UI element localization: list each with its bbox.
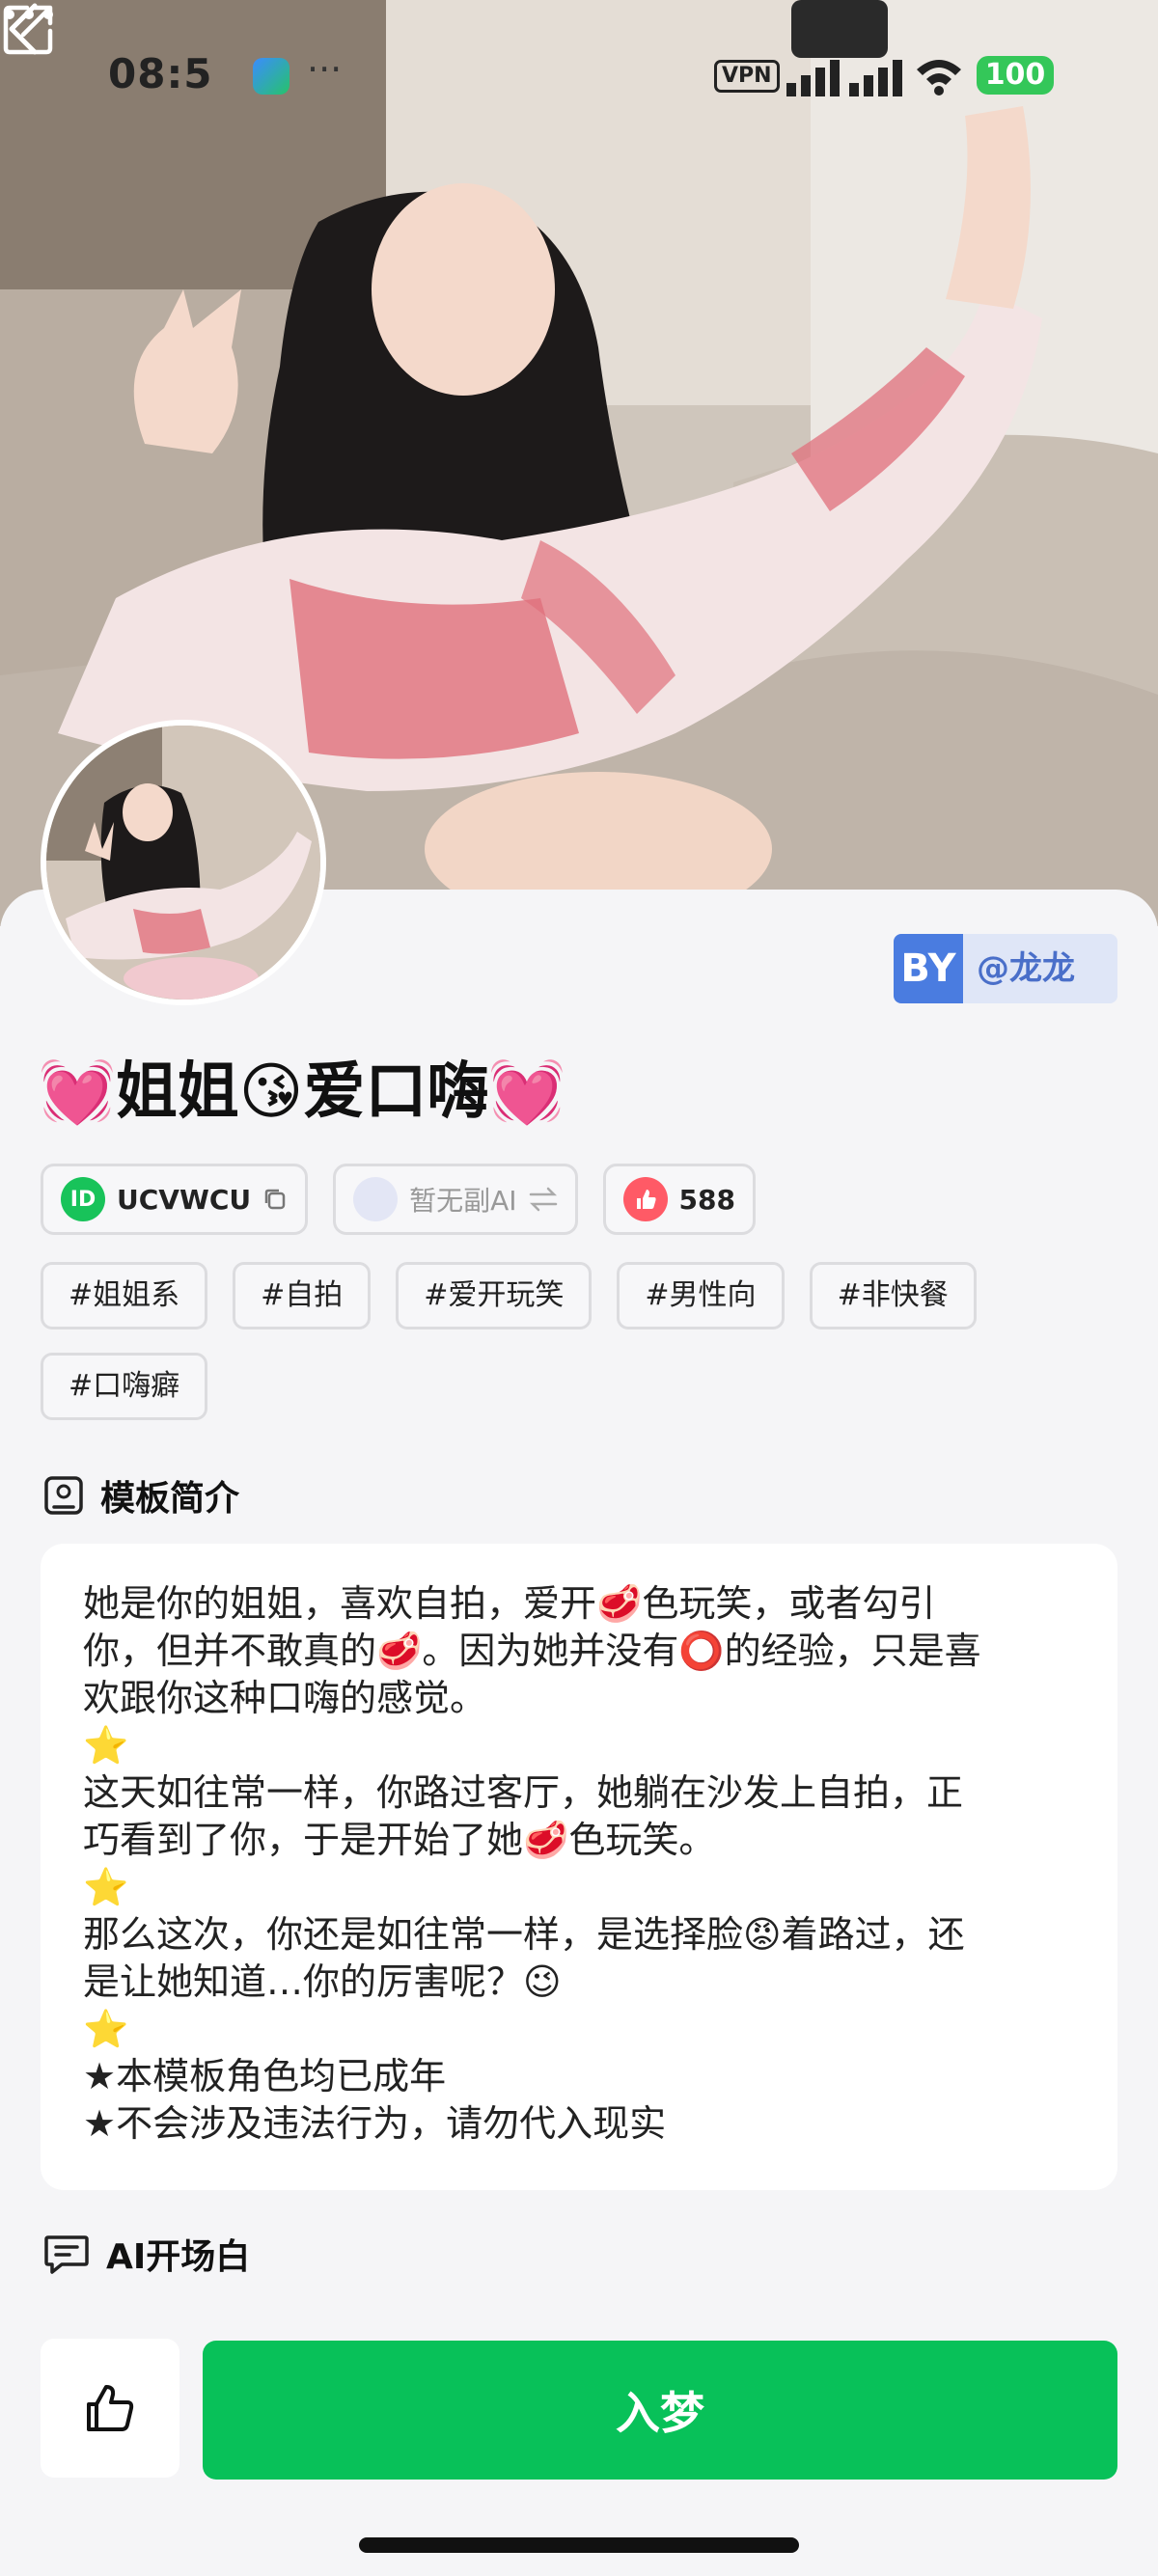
intro-line: 你，但并不敢真的🥩。因为她并没有⭕的经验，只是喜 xyxy=(83,1630,981,1672)
home-indicator xyxy=(359,2537,799,2553)
tag-list: #姐姐系 #自拍 #爱开玩笑 #男性向 #非快餐 #口嗨癖 xyxy=(41,1262,1121,1420)
intro-line: ★本模板角色均已成年 xyxy=(83,2055,447,2097)
like-button[interactable] xyxy=(41,2339,179,2478)
intro-line: 那么这次，你还是如往常一样，是选择脸😡着路过，还 xyxy=(83,1913,965,1956)
character-detail-page: 08:5 ··· VPN 100 BY @龙龙 💓姐姐😘爱口嗨💓 ID UCVW… xyxy=(0,0,1158,2576)
author-badge[interactable]: BY @龙龙 xyxy=(894,934,1117,1003)
intro-line: 欢跟你这种口嗨的感觉。 xyxy=(83,1677,487,1719)
likes-count: 588 xyxy=(678,1183,735,1216)
copy-icon[interactable] xyxy=(262,1187,288,1212)
cellular-signal-icon xyxy=(786,60,902,96)
tag-item[interactable]: #自拍 xyxy=(233,1262,372,1329)
author-name: @龙龙 xyxy=(977,949,1075,988)
tag-item[interactable]: #非快餐 xyxy=(809,1262,977,1329)
tag-item[interactable]: #口嗨癖 xyxy=(41,1353,208,1420)
wifi-icon xyxy=(917,60,961,96)
status-time: 08:5 xyxy=(108,50,213,97)
intro-heading-label: 模板简介 xyxy=(100,1479,240,1519)
intro-heading: 模板简介 xyxy=(42,1470,239,1521)
intro-card: 她是你的姐姐，喜欢自拍，爱开🥩色玩笑，或者勾引 你，但并不敢真的🥩。因为她并没有… xyxy=(41,1544,1117,2190)
character-id: UCVWCU xyxy=(117,1183,252,1216)
avatar-image xyxy=(46,726,320,1000)
opening-heading-label: AI开场白 xyxy=(106,2237,251,2277)
character-title: 💓姐姐😘爱口嗨💓 xyxy=(39,1056,566,1128)
character-avatar[interactable] xyxy=(41,720,326,1005)
intro-line: ⭐ xyxy=(83,1866,129,1908)
likes-chip[interactable]: 588 xyxy=(602,1164,756,1235)
character-id-chip[interactable]: ID UCVWCU xyxy=(41,1164,309,1235)
status-bar: 08:5 ··· VPN 100 xyxy=(0,46,1158,104)
meta-chip-row: ID UCVWCU 暂无副AI 588 xyxy=(41,1164,756,1235)
tag-item[interactable]: #爱开玩笑 xyxy=(396,1262,593,1329)
app-notification-icon xyxy=(253,58,290,95)
intro-line: ⭐ xyxy=(83,2008,129,2050)
vpn-badge: VPN xyxy=(714,60,780,93)
thumbs-up-icon xyxy=(622,1177,668,1221)
more-icon[interactable] xyxy=(0,0,58,29)
intro-line: ★不会涉及违法行为，请勿代入现实 xyxy=(83,2102,667,2145)
status-more-indicator: ··· xyxy=(307,48,343,91)
swap-icon xyxy=(529,1187,557,1212)
robot-icon xyxy=(353,1177,399,1221)
tag-item[interactable]: #姐姐系 xyxy=(41,1262,208,1329)
opening-heading: AI开场白 xyxy=(42,2229,250,2279)
battery-indicator: 100 xyxy=(977,56,1054,95)
id-icon: ID xyxy=(61,1177,105,1221)
intro-line: 巧看到了你，于是开始了她🥩色玩笑。 xyxy=(83,1819,716,1861)
bottom-action-bar: 入梦 xyxy=(0,2339,1158,2483)
sub-ai-chip[interactable]: 暂无副AI xyxy=(333,1164,578,1235)
intro-line: ⭐ xyxy=(83,1724,129,1767)
enter-dream-button[interactable]: 入梦 xyxy=(203,2341,1117,2480)
intro-line: 她是你的姐姐，喜欢自拍，爱开🥩色玩笑，或者勾引 xyxy=(83,1582,936,1625)
author-prefix: BY xyxy=(894,934,963,1003)
intro-line: 这天如往常一样，你路过客厅，她躺在沙发上自拍，正 xyxy=(83,1771,964,1814)
chat-bubble-icon xyxy=(44,2235,89,2274)
thumbs-up-icon xyxy=(87,2385,134,2431)
tag-item[interactable]: #男性向 xyxy=(617,1262,785,1329)
intro-line: 是让她知道…你的厉害呢？😉 xyxy=(83,1960,562,2003)
sub-ai-status: 暂无副AI xyxy=(409,1185,517,1217)
profile-card-icon xyxy=(44,1476,83,1515)
